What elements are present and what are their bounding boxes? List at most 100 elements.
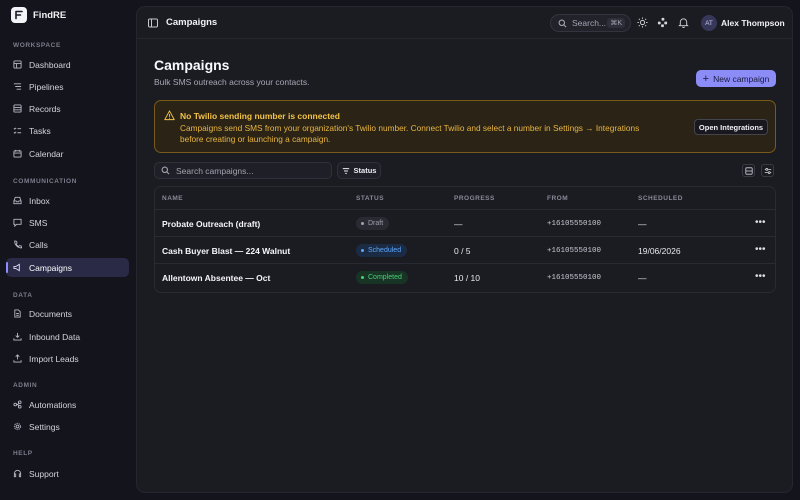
table-row[interactable]: Probate Outreach (draft) Draft — +161055… (155, 210, 775, 237)
sidebar-item-sms[interactable]: SMS (6, 213, 129, 232)
section-admin: ADMIN (13, 382, 38, 389)
table-row[interactable]: Cash Buyer Blast — 224 Walnut Scheduled … (155, 237, 775, 264)
inbox-icon (13, 196, 22, 205)
filter-icon (342, 167, 349, 174)
column-header-from[interactable]: FROM (547, 195, 568, 202)
table-row[interactable]: Allentown Absentee — Oct Completed 10 / … (155, 264, 775, 291)
sidebar-item-documents[interactable]: Documents (6, 304, 129, 323)
sidebar-item-inbox[interactable]: Inbox (6, 191, 129, 210)
twilio-warning-alert: No Twilio sending number is connected Ca… (154, 100, 776, 153)
search-icon (558, 19, 567, 27)
sidebar-item-automations[interactable]: Automations (6, 395, 129, 414)
status-filter-button[interactable]: Status (337, 162, 381, 179)
page-title: Campaigns (154, 57, 230, 73)
sidebar-item-label: Automations (29, 399, 77, 410)
campaign-from: +16105550100 (547, 220, 602, 228)
calendar-icon (13, 149, 22, 158)
campaign-name[interactable]: Probate Outreach (draft) (162, 219, 260, 229)
campaign-name[interactable]: Cash Buyer Blast — 224 Walnut (162, 246, 290, 256)
campaign-scheduled: — (638, 219, 647, 229)
search-label: Search... (572, 18, 607, 28)
sidebar-toggle-icon[interactable] (148, 18, 158, 28)
sidebar-item-pipelines[interactable]: Pipelines (6, 77, 129, 96)
column-header-name[interactable]: NAME (162, 195, 183, 202)
column-header-scheduled[interactable]: SCHEDULED (638, 195, 683, 202)
campaign-from: +16105550100 (547, 274, 602, 282)
alert-title: No Twilio sending number is connected (180, 111, 340, 121)
phone-icon (14, 240, 22, 249)
sidebar-item-label: Calls (29, 239, 48, 250)
search-placeholder: Search campaigns... (176, 165, 254, 176)
warning-icon (164, 110, 175, 121)
open-integrations-button[interactable]: Open Integrations (694, 119, 768, 135)
row-actions-icon[interactable]: ••• (755, 218, 766, 228)
campaign-progress: — (454, 219, 463, 229)
findre-logo-icon (11, 7, 27, 23)
download-icon (13, 332, 22, 341)
sms-icon (13, 218, 22, 227)
column-header-status[interactable]: STATUS (356, 195, 384, 202)
sidebar-item-inbound-data[interactable]: Inbound Data (6, 327, 129, 346)
theme-toggle-icon[interactable] (637, 17, 648, 28)
bell-icon[interactable] (678, 17, 689, 28)
new-campaign-label: New campaign (713, 73, 770, 84)
section-help: HELP (13, 450, 33, 457)
view-settings-button[interactable] (761, 164, 774, 177)
sidebar-item-label: Documents (29, 308, 72, 319)
sidebar-item-settings[interactable]: Settings (6, 417, 129, 436)
campaign-scheduled: — (638, 273, 647, 283)
avatar[interactable]: AT (701, 15, 717, 31)
sidebar-item-import-leads[interactable]: Import Leads (6, 349, 129, 368)
new-campaign-button[interactable]: + New campaign (696, 70, 776, 87)
tasks-icon (13, 127, 22, 134)
app-name: FindRE (33, 9, 67, 21)
topbar: Campaigns Search... ⌘K AT Alex Thompson (137, 7, 792, 39)
sidebar-item-label: SMS (29, 217, 48, 228)
status-filter-label: Status (353, 166, 377, 175)
sidebar-item-label: Calendar (29, 148, 64, 159)
sidebar-item-label: Inbox (29, 195, 50, 206)
row-actions-icon[interactable]: ••• (755, 245, 766, 255)
sidebar-item-dashboard[interactable]: Dashboard (6, 55, 129, 74)
campaigns-icon (13, 263, 20, 272)
plus-icon: + (702, 72, 710, 85)
sidebar-item-records[interactable]: Records (6, 99, 129, 118)
sidebar-item-label: Support (29, 468, 59, 479)
user-name[interactable]: Alex Thompson (721, 18, 785, 28)
sidebar-item-calls[interactable]: Calls (6, 235, 129, 254)
sidebar-item-support[interactable]: Support (6, 464, 129, 483)
topbar-title: Campaigns (166, 17, 218, 28)
row-actions-icon[interactable]: ••• (755, 272, 766, 282)
search-shortcut: ⌘K (607, 18, 625, 28)
page-subtitle: Bulk SMS outreach across your contacts. (154, 77, 310, 87)
columns-icon (744, 166, 753, 175)
column-header-progress[interactable]: PROGRESS (454, 195, 495, 202)
main-panel: Campaigns Search... ⌘K AT Alex Thompson … (136, 6, 793, 493)
brand[interactable]: FindRE (11, 7, 66, 23)
campaign-name[interactable]: Allentown Absentee — Oct (162, 273, 270, 283)
status-badge: Draft (356, 217, 390, 230)
sidebar-item-label: Import Leads (29, 353, 79, 364)
columns-toggle-button[interactable] (742, 164, 755, 177)
campaign-progress: 10 / 10 (454, 273, 480, 283)
campaign-scheduled: 19/06/2026 (638, 246, 681, 256)
campaign-from: +16105550100 (547, 247, 602, 255)
automations-icon (13, 400, 22, 409)
integrations-icon[interactable] (657, 17, 668, 28)
sidebar-item-calendar[interactable]: Calendar (6, 144, 129, 163)
sidebar-item-tasks[interactable]: Tasks (6, 121, 129, 140)
search-icon (161, 166, 170, 175)
sidebar-item-label: Dashboard (29, 59, 71, 70)
documents-icon (14, 309, 21, 318)
section-data: DATA (13, 292, 33, 299)
sidebar-item-campaigns[interactable]: Campaigns (6, 258, 129, 277)
status-badge: Completed (356, 271, 408, 284)
sidebar-item-label: Settings (29, 421, 60, 432)
sidebar-item-label: Pipelines (29, 81, 64, 92)
records-icon (13, 104, 22, 113)
support-icon (13, 469, 22, 478)
global-search-button[interactable]: Search... ⌘K (550, 14, 631, 32)
gear-icon (13, 422, 22, 431)
sliders-icon (764, 167, 771, 174)
campaign-search-input[interactable]: Search campaigns... (154, 162, 332, 179)
